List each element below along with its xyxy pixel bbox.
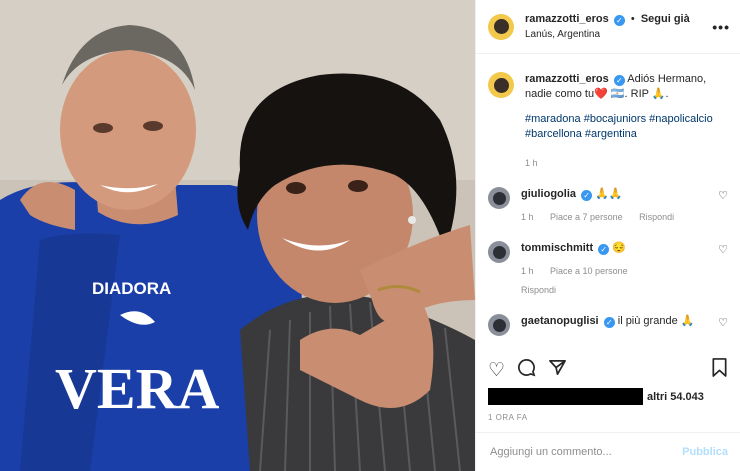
comment-time: 1 h bbox=[521, 266, 534, 276]
comment-text: il più grande 🙏 bbox=[617, 315, 695, 327]
comment-item: tommischmitt ✓ 😔 1 h Piace a 10 persone … bbox=[488, 241, 728, 298]
comment-like-icon[interactable]: ♡ bbox=[718, 243, 728, 256]
comment-avatar[interactable] bbox=[488, 314, 510, 336]
post-header: ramazzotti_eros ✓ • Segui già Lanús, Arg… bbox=[476, 0, 740, 54]
comment-like-icon[interactable]: ♡ bbox=[718, 189, 728, 202]
post-caption: ramazzotti_eros ✓ Adiós Hermano, nadie c… bbox=[488, 54, 728, 171]
more-options-icon[interactable]: ••• bbox=[712, 19, 730, 35]
avatar[interactable] bbox=[488, 13, 514, 40]
likes-row: altri 54.043 bbox=[488, 388, 728, 405]
caption-time: 1 h bbox=[525, 158, 538, 168]
comment-text: 😔 bbox=[612, 242, 626, 254]
likes-count[interactable]: altri 54.043 bbox=[647, 391, 704, 403]
comment-text: 🙏🙏 bbox=[595, 188, 623, 200]
separator-dot: • bbox=[630, 12, 635, 25]
comments-list[interactable]: ramazzotti_eros ✓ Adiós Hermano, nadie c… bbox=[476, 54, 740, 350]
bookmark-icon[interactable] bbox=[711, 357, 728, 383]
comment-username[interactable]: tommischmitt bbox=[521, 242, 593, 254]
location-link[interactable]: Lanús, Argentina bbox=[525, 27, 712, 42]
verified-icon: ✓ bbox=[613, 14, 625, 26]
comment-input[interactable] bbox=[488, 445, 683, 459]
verified-icon: ✓ bbox=[613, 75, 625, 86]
caption-avatar[interactable] bbox=[488, 72, 514, 98]
shirt-brand-vera: VERA bbox=[55, 356, 219, 421]
comment-likes[interactable]: Piace a 10 persone bbox=[550, 266, 628, 276]
comment-time: 1 h bbox=[521, 212, 534, 222]
instagram-post: DIADORA VERA ramazzotti_eros ✓ • Segui g… bbox=[0, 0, 740, 471]
share-icon[interactable] bbox=[548, 358, 567, 383]
comment-composer: Pubblica bbox=[476, 432, 740, 471]
reply-button[interactable]: Rispondi bbox=[639, 212, 674, 222]
comment-avatar[interactable] bbox=[488, 187, 510, 209]
post-actions: ♡ bbox=[488, 356, 728, 384]
header-info: ramazzotti_eros ✓ • Segui già Lanús, Arg… bbox=[525, 12, 712, 42]
post-timestamp: 1 ORA FA bbox=[488, 413, 528, 422]
publish-button[interactable]: Pubblica bbox=[682, 446, 728, 458]
post-side-panel: ramazzotti_eros ✓ • Segui già Lanús, Arg… bbox=[475, 0, 740, 471]
verified-icon: ✓ bbox=[598, 244, 610, 255]
comment-like-icon[interactable]: ♡ bbox=[718, 316, 728, 329]
comment-avatar[interactable] bbox=[488, 241, 510, 263]
verified-icon: ✓ bbox=[603, 317, 615, 328]
comment-username[interactable]: giuliogolia bbox=[521, 188, 576, 200]
verified-icon: ✓ bbox=[581, 190, 593, 201]
follow-button[interactable]: Segui già bbox=[641, 13, 690, 25]
comment-item: giuliogolia ✓ 🙏🙏 1 h Piace a 7 persone R… bbox=[488, 187, 728, 225]
heart-icon[interactable]: ♡ bbox=[488, 359, 505, 382]
comment-item: gaetanopuglisi ✓ il più grande 🙏 ♡ bbox=[488, 314, 728, 336]
comment-username[interactable]: gaetanopuglisi bbox=[521, 315, 599, 327]
reply-button[interactable]: Rispondi bbox=[521, 283, 710, 298]
post-photo[interactable]: DIADORA VERA bbox=[0, 0, 475, 471]
header-username[interactable]: ramazzotti_eros bbox=[525, 13, 609, 25]
caption-hashtags[interactable]: #maradona #bocajuniors #napolicalcio #ba… bbox=[525, 112, 728, 142]
redacted-likers bbox=[488, 388, 643, 405]
photo-illustration: DIADORA VERA bbox=[0, 0, 475, 471]
comment-icon[interactable] bbox=[517, 358, 536, 383]
comment-likes[interactable]: Piace a 7 persone bbox=[550, 212, 623, 222]
shirt-brand-diadora: DIADORA bbox=[92, 279, 171, 298]
caption-username[interactable]: ramazzotti_eros bbox=[525, 73, 609, 85]
